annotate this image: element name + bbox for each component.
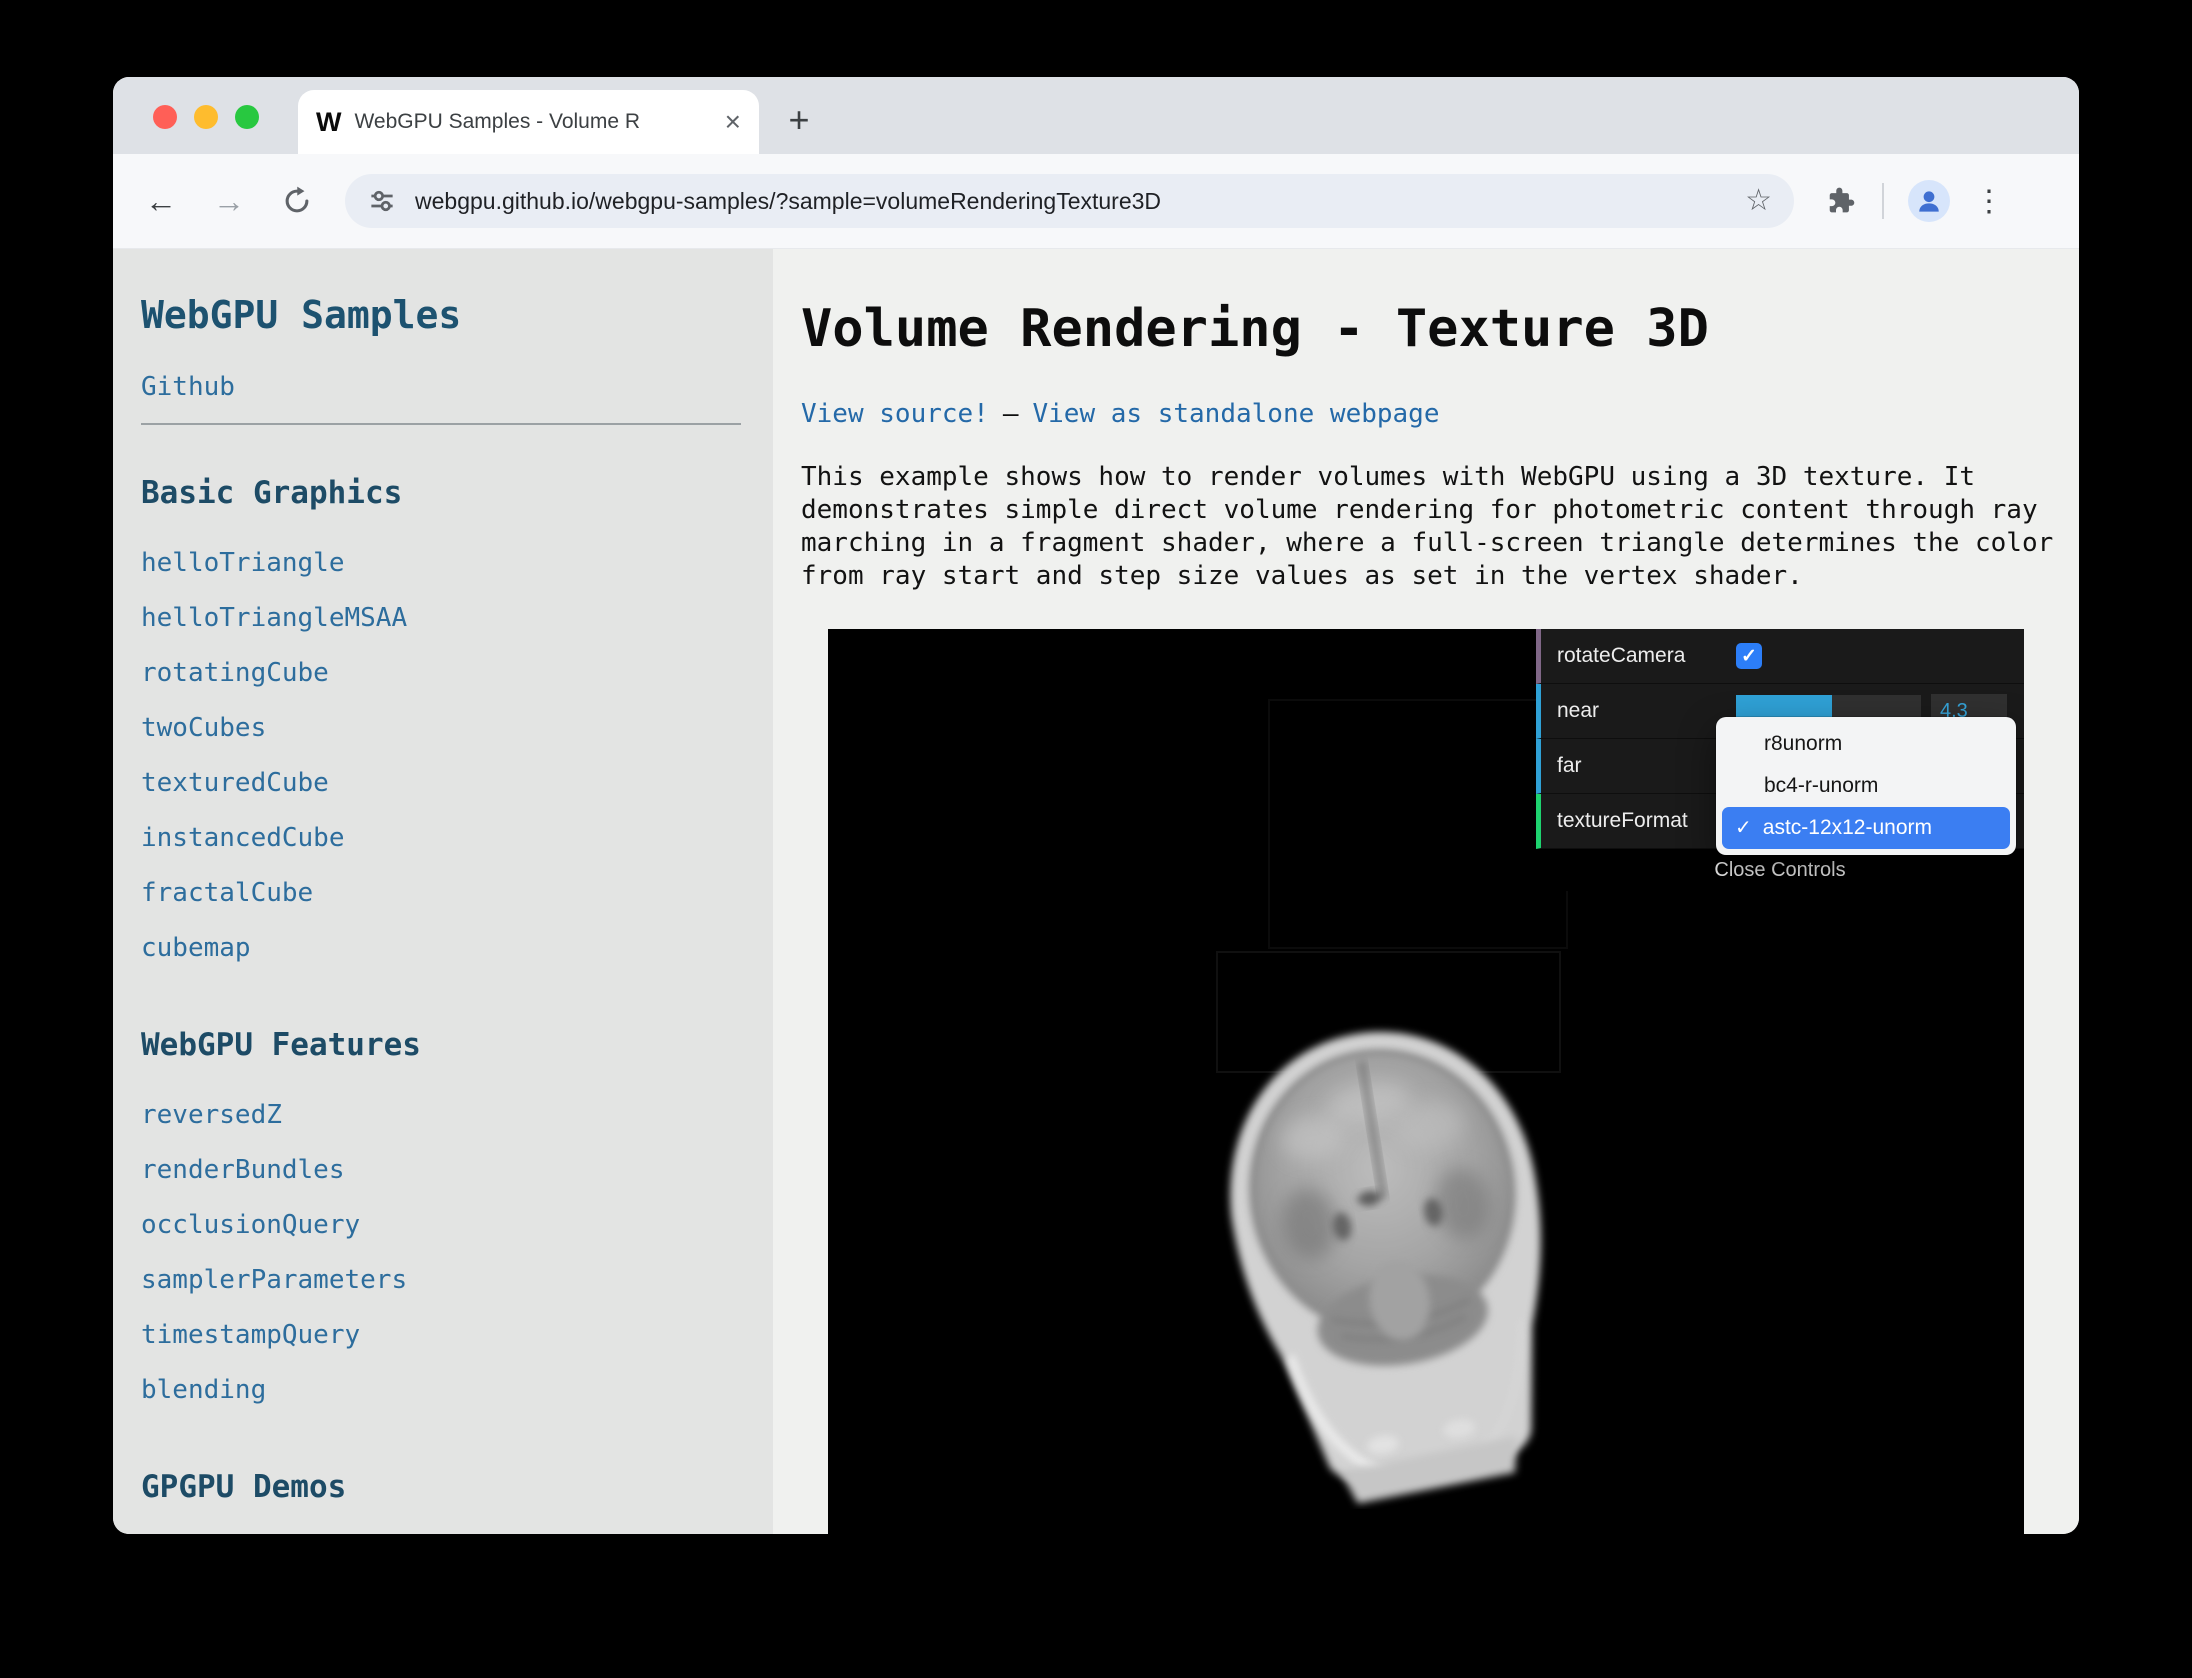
sidebar-link-helloTriangle[interactable]: helloTriangle: [141, 548, 345, 578]
sidebar-link-texturedCube[interactable]: texturedCube: [141, 768, 329, 798]
gui-close-button[interactable]: Close Controls: [1536, 849, 2024, 891]
github-link[interactable]: Github: [141, 371, 743, 403]
sample-description: This example shows how to render volumes…: [801, 461, 2056, 593]
sidebar-link-occlusionQuery[interactable]: occlusionQuery: [141, 1210, 360, 1240]
list-item: samplerParameters: [141, 1254, 743, 1309]
sidebar-link-renderBundles[interactable]: renderBundles: [141, 1155, 345, 1185]
list-item: fractalCube: [141, 867, 743, 922]
forward-icon[interactable]: →: [207, 183, 251, 220]
sidebar-link-timestampQuery[interactable]: timestampQuery: [141, 1320, 360, 1350]
gui-row-rotate-camera: rotateCamera ✓: [1536, 629, 2024, 684]
samples-sidebar: WebGPU Samples Github Basic Graphics hel…: [113, 249, 773, 1534]
address-bar[interactable]: webgpu.github.io/webgpu-samples/?sample=…: [345, 174, 1794, 228]
view-source-link[interactable]: View source!: [801, 399, 989, 429]
browser-menu-icon[interactable]: ⋮: [1974, 184, 2004, 219]
tab-title: WebGPU Samples - Volume R: [354, 110, 716, 134]
tab-close-icon[interactable]: ×: [725, 108, 741, 136]
sample-links: View source! — View as standalone webpage: [801, 397, 2079, 431]
list-item: computeBoids: [141, 1531, 743, 1534]
sidebar-link-helloTriangleMSAA[interactable]: helloTriangleMSAA: [141, 603, 407, 633]
new-tab-button[interactable]: +: [777, 99, 821, 143]
toolbar-separator: [1882, 183, 1884, 219]
sidebar-link-twoCubes[interactable]: twoCubes: [141, 713, 266, 743]
list-item: cubemap: [141, 922, 743, 977]
rotate-camera-checkbox[interactable]: ✓: [1736, 643, 1762, 669]
list-item: occlusionQuery: [141, 1199, 743, 1254]
browser-window: W WebGPU Samples - Volume R × + ← →: [113, 77, 2079, 1534]
sidebar-link-cubemap[interactable]: cubemap: [141, 933, 251, 963]
list-item: reversedZ: [141, 1089, 743, 1144]
webgpu-favicon-icon: W: [316, 107, 339, 138]
minimize-window-button[interactable]: [194, 105, 218, 129]
links-separator: —: [1003, 399, 1019, 429]
extensions-puzzle-icon[interactable]: [1824, 185, 1856, 217]
sidebar-link-instancedCube[interactable]: instancedCube: [141, 823, 345, 853]
dropdown-option-bc4-r-unorm[interactable]: bc4-r-unorm: [1722, 765, 2010, 807]
page-content: WebGPU Samples Github Basic Graphics hel…: [113, 249, 2079, 1534]
window-controls: [153, 105, 259, 129]
mri-brain-visualization: [1158, 1009, 1628, 1509]
texture-format-dropdown: r8unorm bc4-r-unorm ✓ astc-12x12-unorm: [1716, 717, 2016, 855]
browser-toolbar: ← → webgpu.github.io/webgpu-samples/?sam…: [113, 154, 2079, 249]
webgpu-canvas[interactable]: rotateCamera ✓ near 4.3 far: [828, 629, 2024, 1534]
section-heading-basic-graphics: Basic Graphics: [141, 475, 743, 511]
profile-avatar[interactable]: [1908, 180, 1950, 222]
close-window-button[interactable]: [153, 105, 177, 129]
sidebar-link-samplerParameters[interactable]: samplerParameters: [141, 1265, 407, 1295]
browser-tab[interactable]: W WebGPU Samples - Volume R ×: [298, 90, 759, 154]
dropdown-option-astc-selected[interactable]: ✓ astc-12x12-unorm: [1722, 807, 2010, 849]
page-title: Volume Rendering - Texture 3D: [801, 299, 2079, 359]
tab-strip: W WebGPU Samples - Volume R × +: [113, 77, 2079, 154]
volume-bounds-hint: [1268, 699, 1568, 949]
list-item: rotatingCube: [141, 647, 743, 702]
texture-format-label: textureFormat: [1541, 809, 1736, 833]
standalone-webpage-link[interactable]: View as standalone webpage: [1033, 399, 1440, 429]
url-text[interactable]: webgpu.github.io/webgpu-samples/?sample=…: [415, 188, 1161, 215]
list-item: helloTriangleMSAA: [141, 592, 743, 647]
site-settings-icon[interactable]: [367, 186, 397, 216]
list-item: twoCubes: [141, 702, 743, 757]
list-item: blending: [141, 1364, 743, 1419]
sidebar-link-rotatingCube[interactable]: rotatingCube: [141, 658, 329, 688]
dropdown-option-r8unorm[interactable]: r8unorm: [1722, 723, 2010, 765]
sample-main-area: Volume Rendering - Texture 3D View sourc…: [773, 249, 2079, 1534]
list-item: renderBundles: [141, 1144, 743, 1199]
sidebar-link-reversedZ[interactable]: reversedZ: [141, 1100, 282, 1130]
bookmark-star-icon[interactable]: ☆: [1745, 186, 1772, 216]
list-item: helloTriangle: [141, 537, 743, 592]
list-item: timestampQuery: [141, 1309, 743, 1364]
back-icon[interactable]: ←: [139, 183, 183, 220]
rotate-camera-label: rotateCamera: [1541, 644, 1736, 668]
list-item: texturedCube: [141, 757, 743, 812]
webgpu-features-list: reversedZ renderBundles occlusionQuery s…: [141, 1089, 743, 1419]
gpgpu-demos-list: computeBoids: [141, 1531, 743, 1534]
desktop-background: W WebGPU Samples - Volume R × + ← →: [0, 0, 2192, 1678]
list-item: instancedCube: [141, 812, 743, 867]
near-label: near: [1541, 699, 1736, 723]
fullscreen-window-button[interactable]: [235, 105, 259, 129]
dropdown-option-label: astc-12x12-unorm: [1763, 807, 1932, 849]
checkmark-icon: ✓: [1735, 818, 1752, 838]
sidebar-divider: [141, 423, 741, 425]
far-label: far: [1541, 754, 1736, 778]
sidebar-link-blending[interactable]: blending: [141, 1375, 266, 1405]
basic-graphics-list: helloTriangle helloTriangleMSAA rotating…: [141, 537, 743, 977]
section-heading-gpgpu-demos: GPGPU Demos: [141, 1469, 743, 1505]
checkmark-icon: ✓: [1741, 647, 1757, 666]
section-heading-webgpu-features: WebGPU Features: [141, 1027, 743, 1063]
sidebar-title: WebGPU Samples: [141, 293, 743, 337]
sidebar-link-fractalCube[interactable]: fractalCube: [141, 878, 313, 908]
reload-icon[interactable]: [275, 185, 319, 217]
